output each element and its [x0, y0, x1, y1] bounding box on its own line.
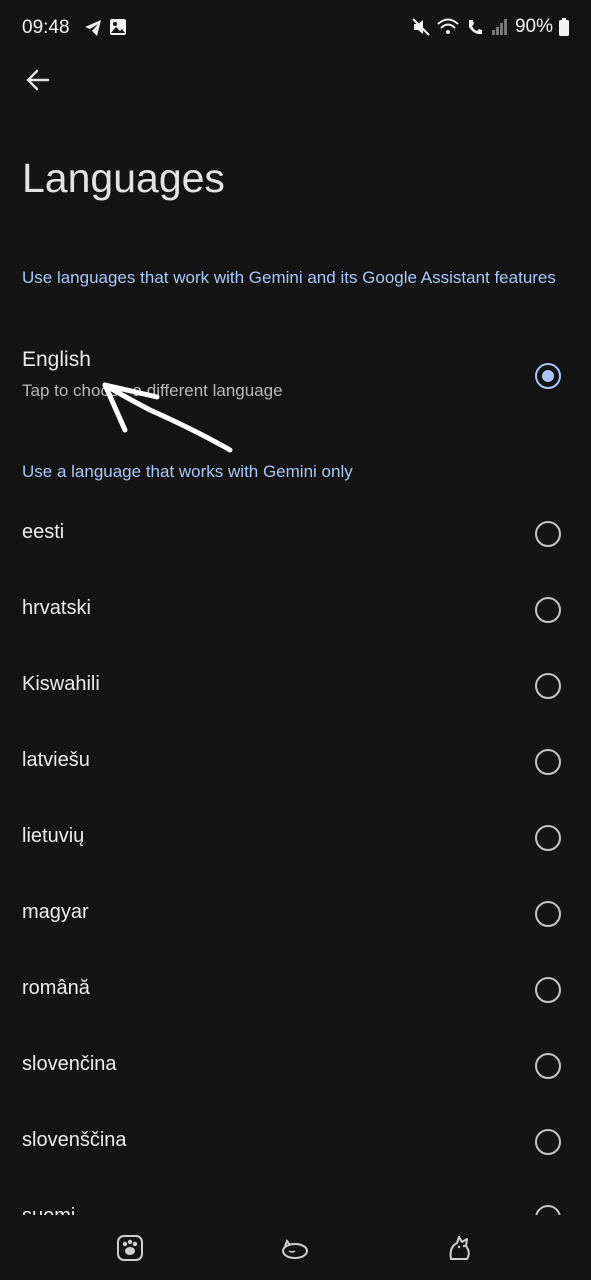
radio-button[interactable] [535, 597, 561, 623]
paw-icon[interactable] [115, 1233, 145, 1263]
selected-language-row[interactable]: English Tap to choose a different langua… [0, 336, 591, 416]
section-header-gemini-only: Use a language that works with Gemini on… [22, 462, 353, 481]
language-label: Kiswahili [22, 673, 100, 695]
radio-button[interactable] [535, 977, 561, 1003]
status-bar: 09:48 90% [0, 0, 591, 56]
language-label: suomi [22, 1205, 75, 1215]
cat-icon[interactable] [445, 1233, 475, 1263]
battery-percentage: 90% [514, 16, 553, 37]
language-label: română [22, 977, 90, 999]
language-label: slovenščina [22, 1129, 127, 1151]
radio-button[interactable] [535, 1129, 561, 1155]
language-row[interactable]: suomi [0, 1179, 591, 1215]
radio-button[interactable] [535, 521, 561, 547]
section-header-assistant: Use languages that work with Gemini and … [22, 268, 556, 287]
wifi-icon [437, 18, 459, 34]
battery-icon [559, 18, 569, 36]
language-label: lietuvių [22, 825, 85, 847]
radio-button[interactable] [535, 1205, 561, 1215]
language-list: eesti hrvatski Kiswahili latviešu lietuv… [0, 495, 591, 1215]
language-row[interactable]: lietuvių [0, 799, 591, 875]
radio-button[interactable] [535, 749, 561, 775]
language-row[interactable]: Kiswahili [0, 647, 591, 723]
language-label: latviešu [22, 749, 90, 771]
cat-sleeping-icon[interactable] [280, 1233, 310, 1263]
telegram-icon [85, 20, 101, 36]
language-row[interactable]: slovenčina [0, 1027, 591, 1103]
radio-button[interactable] [535, 901, 561, 927]
language-row[interactable]: latviešu [0, 723, 591, 799]
arrow-left-icon [26, 69, 50, 91]
language-label: hrvatski [22, 597, 91, 619]
selected-language-label: English [22, 348, 91, 371]
language-label: slovenčina [22, 1053, 117, 1075]
mute-icon [412, 18, 430, 36]
signal-icon [491, 19, 507, 35]
language-row[interactable]: magyar [0, 875, 591, 951]
radio-button[interactable] [535, 1053, 561, 1079]
wifi-calling-icon [468, 20, 482, 35]
back-button[interactable] [22, 64, 54, 96]
bottom-navigation [0, 1215, 591, 1280]
language-row[interactable]: română [0, 951, 591, 1027]
status-time: 09:48 [22, 17, 70, 38]
language-row[interactable]: hrvatski [0, 571, 591, 647]
language-label: eesti [22, 521, 65, 543]
radio-button[interactable] [535, 825, 561, 851]
image-icon [110, 19, 126, 35]
language-row[interactable]: slovenščina [0, 1103, 591, 1179]
language-label: magyar [22, 901, 89, 923]
language-row[interactable]: eesti [0, 495, 591, 571]
page-title: Languages [22, 155, 225, 201]
selected-language-subtitle: Tap to choose a different language [22, 381, 283, 400]
radio-button[interactable] [535, 673, 561, 699]
radio-button-selected[interactable] [535, 363, 561, 389]
